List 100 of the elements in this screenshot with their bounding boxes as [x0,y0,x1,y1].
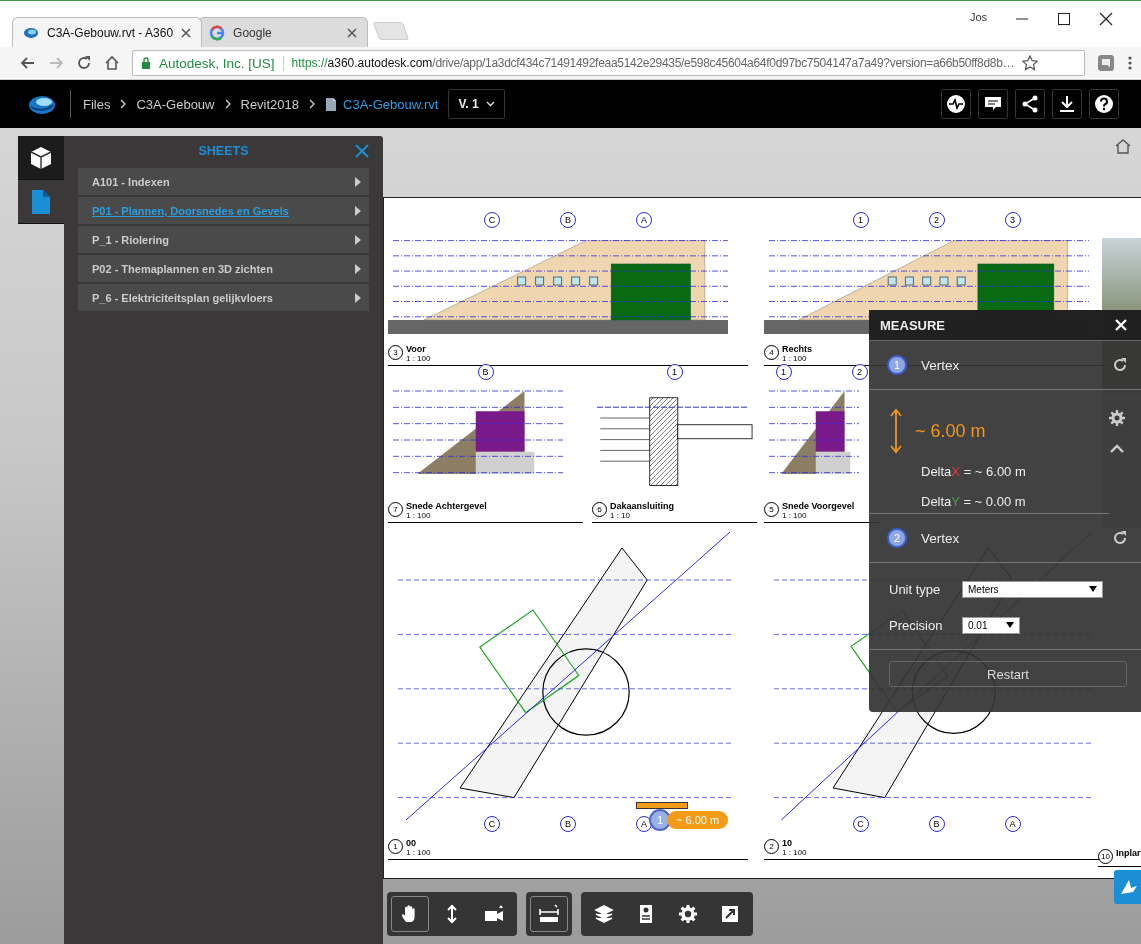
home-icon[interactable] [1114,138,1132,154]
site-identity: Autodesk, Inc. [US] [159,55,284,71]
restart-button[interactable]: Restart [889,661,1127,687]
view-scale: 1 : 100 [782,354,808,363]
share-icon [1020,94,1040,114]
google-logo-icon [209,24,226,41]
view-title: Inplar [1116,848,1141,858]
caret-icon [1089,586,1097,592]
chevron-icon [308,99,317,109]
download-button[interactable] [1052,89,1082,119]
grid-bubble: A [636,212,652,228]
home-icon[interactable] [104,55,120,71]
vertical-arrow-icon [889,408,903,454]
view-title: Snede Achtergevel [406,501,487,511]
grid-bubble: 1 [666,364,683,380]
sheets-tab[interactable] [18,180,64,224]
chevron-icon [119,99,128,109]
sheet-list-item[interactable]: P_1 - Riolering [78,226,369,253]
view-scale: 1 : 100 [406,848,431,857]
grid-bubble: 3 [1004,212,1021,228]
share-button[interactable] [1015,89,1045,119]
panel-title: MEASURE [880,317,945,333]
expand-arrow-icon[interactable] [355,176,361,187]
grid-bubble: 1 [852,212,869,228]
layers-icon [594,904,614,924]
settings-icon[interactable] [1109,410,1125,426]
grid-bubble: 2 [928,212,945,228]
grid-bubble: C [484,212,500,228]
expand-arrow-icon[interactable] [355,263,361,274]
field-label: Unit type [889,581,942,597]
caret-icon [485,101,495,107]
collapse-icon[interactable] [1110,444,1124,453]
view-number: 2 [764,839,779,854]
field-label: Precision [889,617,944,633]
unit-type-select[interactable]: Meters [962,580,1103,598]
expand-arrow-icon[interactable] [355,205,361,216]
url-text: https://a360.autodesk.com/drive/app/1a3dcf434c71491492feaa5142e29435/e598c45604a64f0d97bc7504147a7a49?version=a66b50ff8d8b… [291,55,1015,71]
sheet-list-item[interactable]: P_6 - Elektriciteitsplan gelijkvloers [78,284,369,311]
sheet-list-item[interactable]: A101 - Indexen [78,168,369,195]
breadcrumb-link[interactable]: Revit2018 [240,96,300,112]
view-number: 10 [1098,849,1113,864]
file-name-link[interactable]: C3A-Gebouw.rvt [343,96,439,112]
delta-value: DeltaX = ~ 6.00 m [921,463,1026,481]
breadcrumb-link[interactable]: C3A-Gebouw [136,96,215,112]
star-icon[interactable] [1022,55,1039,71]
expand-arrow-icon[interactable] [355,234,361,245]
point-number: 1 [887,355,907,375]
close-icon[interactable] [181,27,192,38]
point-number: 2 [887,528,907,548]
menu-icon[interactable] [1127,55,1133,71]
view-scale: 1 : 100 [406,511,432,520]
expand-arrow-icon[interactable] [355,292,361,303]
view-number: 4 [764,345,779,360]
view-title: 00 [406,838,417,848]
view-title: Voor [406,344,427,354]
cube-icon [28,144,54,171]
grid-bubble: 2 [851,364,868,380]
expand-icon [720,904,740,924]
back-arrow-icon[interactable] [20,55,36,71]
breadcrumb-link[interactable]: Files [83,96,111,112]
grid-bubble: B [928,816,945,832]
activity-icon [946,94,966,114]
profile-name[interactable]: Jos [969,11,987,23]
video-camera-icon [484,904,504,924]
view-title: Rechts [782,344,812,354]
download-icon [1057,94,1077,114]
precision-select[interactable]: 0.01 [962,616,1020,634]
grid-bubble: C [852,816,869,832]
view-title: Snede Voorgevel [782,501,855,511]
reset-icon[interactable] [1113,358,1127,372]
close-icon[interactable] [1099,12,1113,26]
sheet-list-item[interactable]: P02 - Themaplannen en 3D zichten [78,255,369,282]
extension-icon[interactable] [1097,54,1115,72]
model-tab[interactable] [18,136,64,180]
version-dropdown[interactable]: V. 1 [448,89,505,119]
grid-bubble: B [477,364,494,380]
help-button[interactable] [1089,89,1119,119]
grid-bubble: B [560,212,576,228]
delta-value: DeltaY = ~ 0.00 m [921,493,1026,511]
maximize-icon[interactable] [1057,12,1071,26]
address-bar[interactable]: Autodesk, Inc. [US] https://a360.autodesk.com/drive/app/1a3dcf434c71491492feaa5142e29435/e598c45604a64f0d97bc7504147a7a49?version=a66b50ff8d8b… [132,50,1085,76]
app-logo-icon[interactable] [28,93,56,115]
help-icon [1094,94,1114,114]
hand-button[interactable] [391,896,429,932]
activity-button[interactable] [941,89,971,119]
reload-icon[interactable] [76,55,92,71]
measurement-label: ~ 6.00 m [667,811,729,829]
grid-bubble: A [1004,816,1021,832]
reset-icon[interactable] [1113,531,1127,545]
ruler-icon [539,904,559,924]
comment-button[interactable] [978,89,1008,119]
grid-bubble: C [484,816,500,832]
view-number: 7 [388,502,403,517]
point-label: Vertex [921,357,961,373]
distance-value: ~ 6.00 m [915,420,986,442]
feedback-button[interactable] [1114,870,1141,904]
lock-icon [141,57,151,69]
panel-title: SHEETS [198,144,249,158]
browser-tab[interactable]: C3A-Gebouw.rvt - A360 [12,17,203,47]
view-scale: 1 : 100 [406,354,431,363]
